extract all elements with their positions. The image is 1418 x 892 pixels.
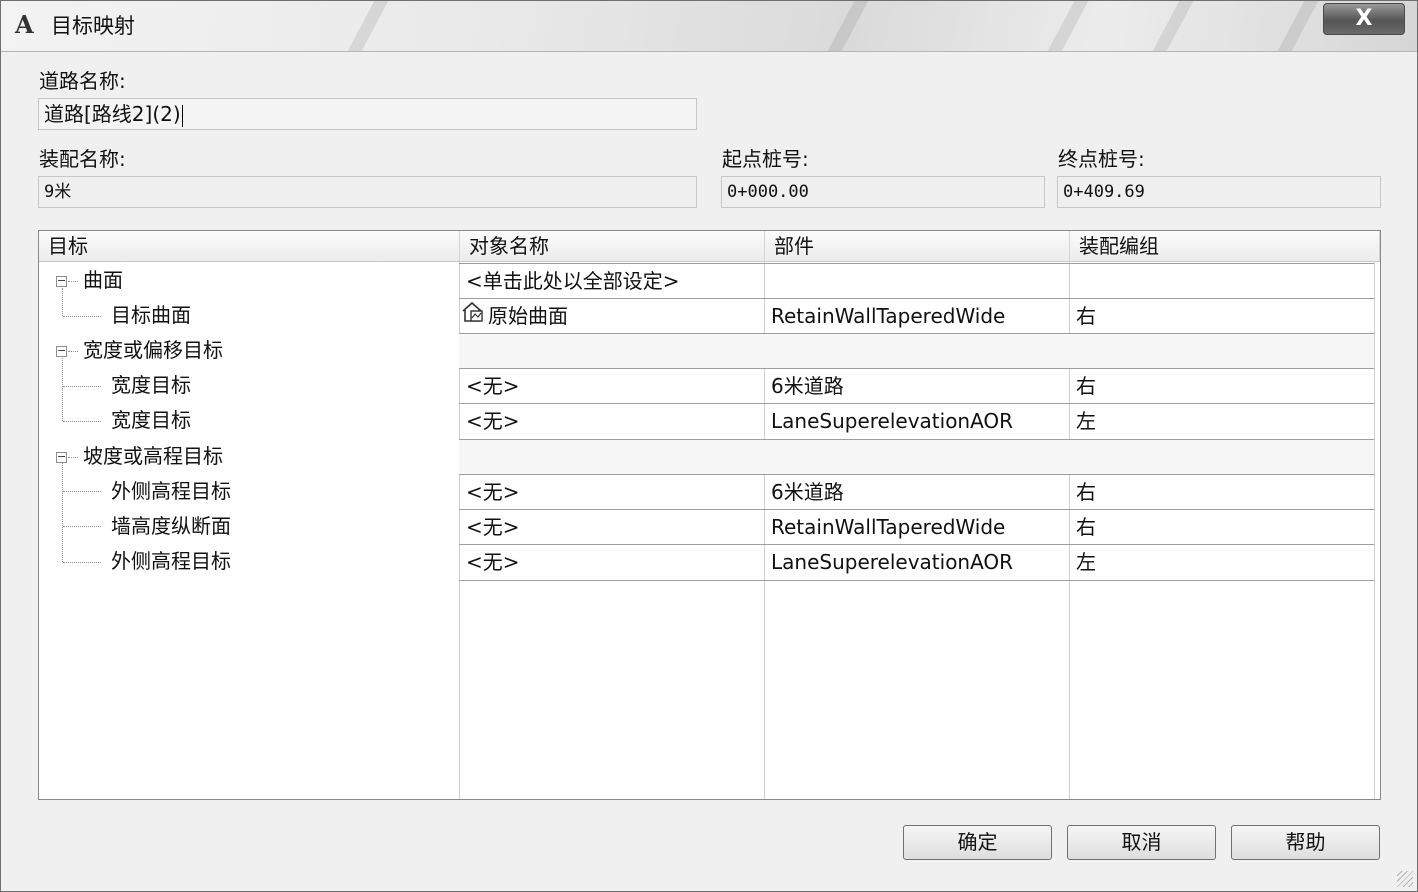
tree-connector (68, 351, 78, 352)
end-station-field: 0+409.69 (1057, 176, 1381, 208)
column-header-assembly-group[interactable]: 装配编组 (1070, 231, 1380, 261)
tree-connector (68, 457, 78, 458)
column-header-subassembly[interactable]: 部件 (765, 231, 1070, 261)
tree-group-slope-elevation-targets[interactable]: 坡度或高程目标 (83, 439, 223, 474)
autocad-a-icon: A (15, 10, 34, 39)
titlebar-decoration (347, 1, 389, 51)
column-divider (1374, 261, 1375, 799)
text-caret (181, 104, 183, 127)
assembly-group-cell: 左 (1076, 550, 1096, 574)
ok-button[interactable]: 确定 (903, 825, 1052, 860)
start-station-label: 起点桩号: (722, 147, 809, 171)
tree-item-outer-elevation-target[interactable]: 外侧高程目标 (111, 474, 231, 509)
titlebar-decoration (1277, 1, 1319, 51)
subassembly-cell: 6米道路 (771, 374, 844, 398)
target-mapping-dialog: A 目标映射 X 道路名称: 道路[路线2](2) 装配名称: 9米 起点桩号:… (0, 0, 1418, 892)
titlebar-decoration (827, 1, 869, 51)
start-station-field: 0+000.00 (721, 176, 1045, 208)
object-name-cell[interactable]: <无> (459, 369, 764, 404)
titlebar-decoration (1047, 1, 1089, 51)
subassembly-cell: LaneSuperelevationAOR (771, 409, 1014, 433)
tree-item-width-target[interactable]: 宽度目标 (111, 403, 191, 438)
assembly-group-cell: 右 (1076, 374, 1096, 398)
collapse-toggle-width-offset[interactable]: − (56, 345, 67, 357)
table-row[interactable]: <单击此处以全部设定> (459, 263, 1374, 299)
object-name-cell[interactable]: <无> (459, 510, 764, 545)
tree-group-width-offset-targets[interactable]: 宽度或偏移目标 (83, 333, 223, 368)
window-title: 目标映射 (51, 14, 135, 38)
assembly-name-field: 9米 (38, 176, 697, 208)
titlebar-decoration (1152, 1, 1194, 51)
assembly-group-cell: 右 (1076, 304, 1096, 328)
object-name-cell (459, 334, 764, 369)
assembly-group-cell: 左 (1076, 409, 1096, 433)
assembly-group-cell: 右 (1076, 515, 1096, 539)
subassembly-cell: RetainWallTaperedWide (771, 304, 1006, 328)
surface-icon (460, 300, 486, 334)
title-bar[interactable]: A 目标映射 X (1, 1, 1417, 52)
tree-connector (63, 316, 101, 317)
assembly-group-cell (1069, 264, 1374, 299)
assembly-group-cell: 右 (1076, 480, 1096, 504)
tree-item-width-target[interactable]: 宽度目标 (111, 368, 191, 403)
object-name-cell[interactable]: <无> (459, 475, 764, 510)
table-row[interactable]: <无> LaneSuperelevationAOR 左 (459, 403, 1374, 439)
cancel-button[interactable]: 取消 (1067, 825, 1216, 860)
tree-connector (63, 562, 101, 563)
corridor-name-label: 道路名称: (39, 69, 126, 93)
table-row[interactable]: <无> LaneSuperelevationAOR 左 (459, 544, 1374, 581)
tree-connector (62, 288, 63, 316)
subassembly-cell: 6米道路 (771, 480, 844, 504)
column-header-target[interactable]: 目标 (39, 231, 460, 261)
tree-item-target-surface[interactable]: 目标曲面 (111, 298, 191, 333)
collapse-toggle-surfaces[interactable]: − (56, 275, 67, 287)
tree-connector (62, 358, 63, 421)
tree-connector (62, 463, 63, 562)
assembly-name-label: 装配名称: (39, 147, 126, 171)
tree-item-outer-elevation-target[interactable]: 外侧高程目标 (111, 544, 231, 579)
object-name-text: 原始曲面 (488, 304, 568, 328)
subassembly-cell: LaneSuperelevationAOR (771, 550, 1014, 574)
column-header-object-name[interactable]: 对象名称 (460, 231, 765, 261)
close-button[interactable]: X (1323, 3, 1405, 35)
end-station-label: 终点桩号: (1058, 147, 1145, 171)
help-button[interactable]: 帮助 (1231, 825, 1380, 860)
tree-item-wall-height-profile[interactable]: 墙高度纵断面 (111, 509, 231, 544)
tree-connector (63, 421, 101, 422)
table-row[interactable]: <无> 6米道路 右 (459, 474, 1374, 510)
tree-connector (63, 386, 101, 387)
table-row[interactable]: <无> 6米道路 右 (459, 368, 1374, 404)
subassembly-cell (764, 264, 1069, 299)
set-all-cell[interactable]: <单击此处以全部设定> (459, 264, 764, 299)
table-row (459, 439, 1374, 475)
tree-connector (68, 281, 78, 282)
object-name-cell[interactable]: <无> (459, 545, 764, 580)
tree-connector (63, 491, 101, 492)
object-name-cell[interactable]: 原始曲面 (459, 299, 764, 334)
object-name-cell[interactable]: <无> (459, 404, 764, 439)
tree-group-surfaces[interactable]: 曲面 (83, 263, 123, 298)
grid-header: 目标 对象名称 部件 装配编组 (39, 231, 1380, 262)
object-name-cell (459, 440, 764, 475)
resize-grip-icon[interactable] (1397, 871, 1413, 887)
subassembly-cell: RetainWallTaperedWide (771, 515, 1006, 539)
collapse-toggle-slope-elevation[interactable]: − (56, 451, 67, 463)
corridor-name-value: 道路[路线2](2) (44, 102, 181, 126)
table-row (459, 333, 1374, 369)
tree-connector (63, 526, 101, 527)
table-row[interactable]: 原始曲面 RetainWallTaperedWide 右 (459, 298, 1374, 334)
table-row[interactable]: <无> RetainWallTaperedWide 右 (459, 509, 1374, 545)
corridor-name-input[interactable]: 道路[路线2](2) (38, 98, 697, 130)
